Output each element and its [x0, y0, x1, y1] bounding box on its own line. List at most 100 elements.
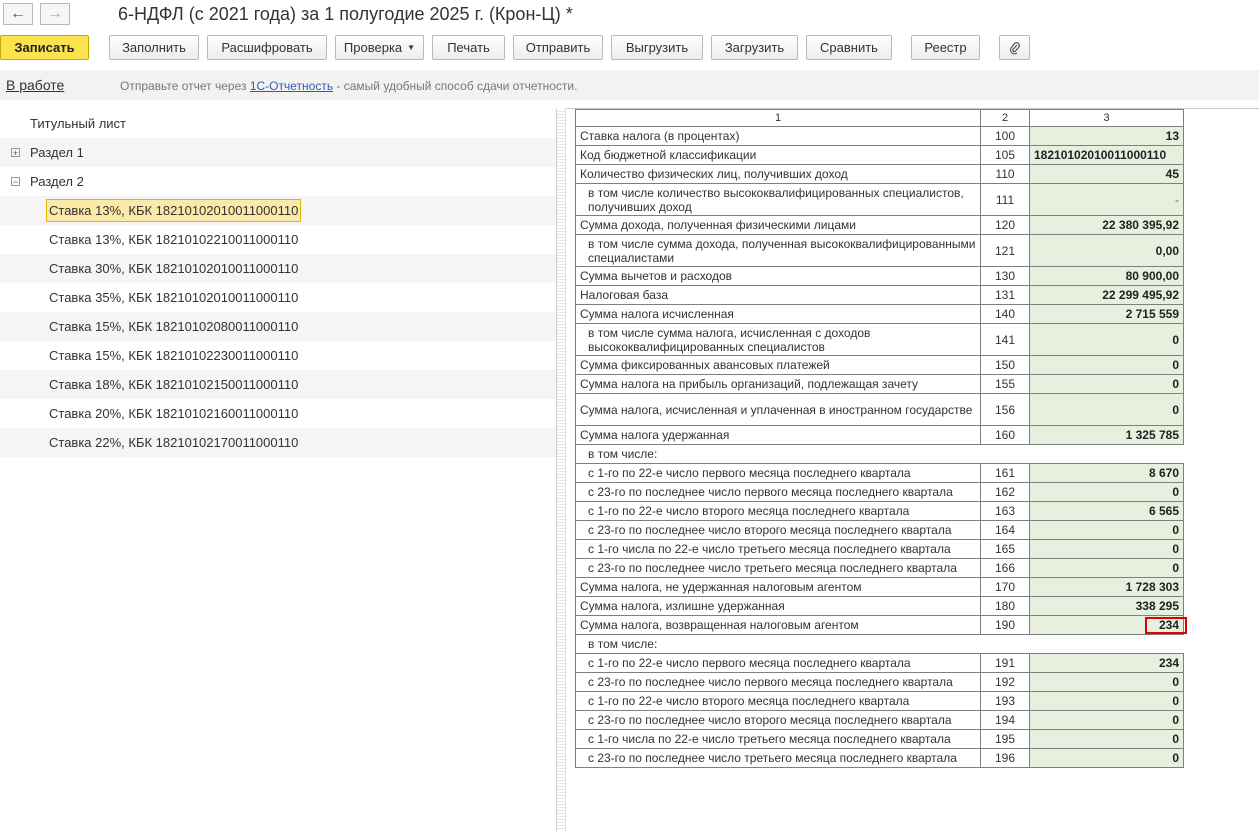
table-row: Ставка налога (в процентах) 100 13 [575, 126, 1184, 146]
value-cell[interactable]: 0 [1029, 710, 1184, 730]
row-code: 193 [980, 691, 1030, 711]
value-cell[interactable]: 2 715 559 [1029, 304, 1184, 324]
row-code: 105 [980, 145, 1030, 165]
value-cell[interactable]: 45 [1029, 164, 1184, 184]
page-title: 6-НДФЛ (с 2021 года) за 1 полугодие 2025… [118, 4, 573, 24]
value-cell[interactable]: 234 [1029, 653, 1184, 673]
tree-item[interactable]: − Раздел 2 [0, 167, 556, 196]
report-table: 1 2 3 Ставка налога (в процентах) 100 13 Код б… [575, 109, 1188, 768]
value-cell[interactable]: 0 [1029, 558, 1184, 578]
value-cell[interactable]: 13 [1029, 126, 1184, 146]
column-header: 2 [980, 109, 1030, 127]
value-cell[interactable]: 0 [1029, 374, 1184, 394]
print-button[interactable]: Печать [432, 35, 505, 60]
value-cell[interactable]: 0,00 [1029, 234, 1184, 267]
row-label: Сумма дохода, полученная физическими лиц… [575, 215, 981, 235]
row-code: 191 [980, 653, 1030, 673]
status-link[interactable]: В работе [6, 77, 64, 93]
value-cell[interactable]: 0 [1029, 482, 1184, 502]
row-code: 120 [980, 215, 1030, 235]
value-cell[interactable]: 0 [1029, 393, 1184, 426]
value-cell[interactable]: 0 [1029, 691, 1184, 711]
export-button[interactable]: Выгрузить [611, 35, 703, 60]
collapse-icon[interactable]: − [11, 177, 20, 187]
attach-button[interactable] [999, 35, 1030, 60]
column-header: 1 [575, 109, 981, 127]
tree-item[interactable]: Ставка 20%, КБК 18210102160011000110 [0, 399, 556, 428]
expand-icon[interactable]: + [11, 148, 20, 158]
fill-button[interactable]: Заполнить [109, 35, 199, 60]
tree-item[interactable]: Титульный лист [0, 109, 556, 138]
value-cell[interactable]: 0 [1029, 323, 1184, 356]
table-row: Код бюджетной классификации 105 1821010201… [575, 145, 1184, 165]
row-label: Сумма налога на прибыль организаций, под… [575, 374, 981, 394]
row-label: в том числе: [575, 634, 981, 654]
value-cell[interactable]: 1 325 785 [1029, 425, 1184, 445]
tree-item[interactable]: Ставка 30%, КБК 18210102010011000110 [0, 254, 556, 283]
row-code: 192 [980, 672, 1030, 692]
value-cell[interactable]: 22 380 395,92 [1029, 215, 1184, 235]
import-button[interactable]: Загрузить [711, 35, 798, 60]
registry-button[interactable]: Реестр [911, 35, 980, 60]
value-cell[interactable]: 1 728 303 [1029, 577, 1184, 597]
value-cell[interactable]: 0 [1029, 748, 1184, 768]
row-label: Сумма налога удержанная [575, 425, 981, 445]
reporting-service-link[interactable]: 1С-Отчетность [250, 79, 333, 93]
row-label: с 1-го по 22-е число второго месяца посл… [575, 691, 981, 711]
table-row: Сумма налога, исчисленная и уплаченная в… [575, 393, 1184, 426]
value-cell[interactable]: 0 [1029, 672, 1184, 692]
compare-button[interactable]: Сравнить [806, 35, 892, 60]
decode-button[interactable]: Расшифровать [207, 35, 327, 60]
table-row: в том числе: [575, 634, 1184, 654]
tree-item[interactable]: Ставка 15%, КБК 18210102080011000110 [0, 312, 556, 341]
row-code: 195 [980, 729, 1030, 749]
tree-item[interactable]: Ставка 13%, КБК 18210102010011000110 [0, 196, 556, 225]
back-button[interactable]: ← [3, 3, 33, 25]
panel-splitter[interactable] [556, 109, 566, 831]
tree-item[interactable]: Ставка 35%, КБК 18210102010011000110 [0, 283, 556, 312]
value-cell[interactable]: 18210102010011000110 [1029, 145, 1184, 165]
column-header: 3 [1029, 109, 1184, 127]
value-cell[interactable]: 338 295 [1029, 596, 1184, 616]
save-button[interactable]: Записать [0, 35, 89, 60]
row-label: Сумма налога, излишне удержанная [575, 596, 981, 616]
tree-item[interactable]: Ставка 18%, КБК 18210102150011000110 [0, 370, 556, 399]
tree-item[interactable]: Ставка 22%, КБК 18210102170011000110 [0, 428, 556, 457]
value-cell[interactable]: 6 565 [1029, 501, 1184, 521]
row-code: 121 [980, 234, 1030, 267]
table-row: в том числе количество высококвалифициро… [575, 183, 1184, 216]
forward-button[interactable]: → [40, 3, 70, 25]
value-cell[interactable]: - [1029, 183, 1184, 216]
value-cell[interactable]: 80 900,00 [1029, 266, 1184, 286]
value-cell[interactable]: 0 [1029, 539, 1184, 559]
row-label: Сумма налога, не удержанная налоговым аг… [575, 577, 981, 597]
table-row: с 1-го числа по 22-е число третьего меся… [575, 539, 1184, 559]
value-cell[interactable]: 8 670 [1029, 463, 1184, 483]
row-label: в том числе количество высококвалифициро… [575, 183, 981, 216]
table-row: с 23-го по последнее число второго месяц… [575, 710, 1184, 730]
tree-item-label: Ставка 20%, КБК 18210102160011000110 [49, 406, 299, 421]
row-code: 180 [980, 596, 1030, 616]
value-cell[interactable]: 22 299 495,92 [1029, 285, 1184, 305]
table-row: Количество физических лиц, получивших до… [575, 164, 1184, 184]
row-code: 160 [980, 425, 1030, 445]
table-row: Сумма налога, излишне удержанная 180 338 2… [575, 596, 1184, 616]
table-row: с 23-го по последнее число второго месяц… [575, 520, 1184, 540]
table-row: в том числе сумма налога, исчисленная с … [575, 323, 1184, 356]
highlighted-value-cell[interactable]: 234 [1029, 615, 1188, 635]
value-cell[interactable]: 0 [1029, 355, 1184, 375]
value-cell[interactable]: 0 [1029, 520, 1184, 540]
row-label: с 23-го по последнее число третьего меся… [575, 748, 981, 768]
tree-item[interactable]: Ставка 13%, КБК 18210102210011000110 [0, 225, 556, 254]
table-row: с 1-го по 22-е число второго месяца посл… [575, 501, 1184, 521]
tree-item-label: Ставка 18%, КБК 18210102150011000110 [49, 377, 299, 392]
row-code: 141 [980, 323, 1030, 356]
row-label: Ставка налога (в процентах) [575, 126, 981, 146]
row-code: 111 [980, 183, 1030, 216]
send-button[interactable]: Отправить [513, 35, 603, 60]
check-dropdown-button[interactable]: Проверка ▼ [335, 35, 424, 60]
tree-item[interactable]: Ставка 15%, КБК 18210102230011000110 [0, 341, 556, 370]
value-cell[interactable]: 0 [1029, 729, 1184, 749]
tree-item[interactable]: + Раздел 1 [0, 138, 556, 167]
row-code: 163 [980, 501, 1030, 521]
